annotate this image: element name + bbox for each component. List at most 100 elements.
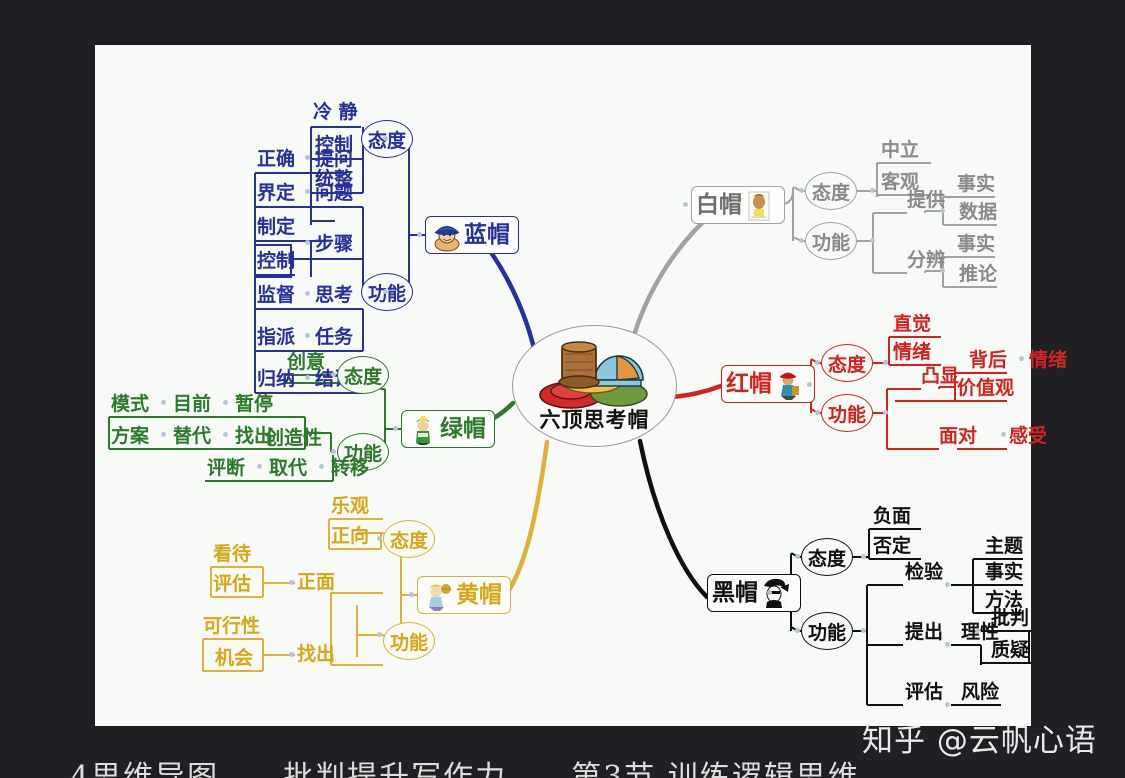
white-f2-leaf-2[interactable]: 推论 <box>959 265 997 284</box>
yellow-attitude-leaf-2[interactable]: 正向 <box>331 527 369 546</box>
blue-function-pre-5[interactable]: 指派 <box>257 328 295 347</box>
blue-attitude-leaf-1[interactable]: 冷 静 <box>313 103 358 122</box>
page-caption: 4思维导图——批判提升写作力——第3节 训练逻辑思维 <box>70 760 860 778</box>
black-dot-f <box>861 628 866 633</box>
red-f1-leaf-2[interactable]: 价值观 <box>957 379 1014 398</box>
black-attitude-oval[interactable]: 态度 <box>801 538 853 576</box>
green-r3-leaf-2[interactable]: 取代 <box>269 459 307 478</box>
green-r2-leaf-3[interactable]: 找出 <box>235 427 273 446</box>
hat-node-white[interactable]: 白帽 <box>691 186 785 224</box>
hat-node-green[interactable]: 绿帽 <box>401 410 495 448</box>
black-function-mid-2[interactable]: 提出 <box>905 623 943 642</box>
black-dot-att <box>795 554 800 559</box>
blue-dot-att <box>383 136 388 141</box>
white-attitude-leaf-1[interactable]: 中立 <box>881 141 919 160</box>
green-r1-leaf-3[interactable]: 暂停 <box>235 395 273 414</box>
white-dot-f <box>870 238 875 243</box>
white-dot-hat <box>683 202 688 207</box>
white-dot-f2 <box>940 268 945 273</box>
red-function-oval[interactable]: 功能 <box>821 394 873 432</box>
yellow-hat-person-icon <box>422 578 456 612</box>
yellow-function-mid-2[interactable]: 找出 <box>297 645 335 664</box>
yellow-attitude-oval[interactable]: 态度 <box>383 520 435 558</box>
black-f2-leaf-2[interactable]: 批判 <box>991 609 1029 628</box>
green-r2-leaf-2[interactable]: 替代 <box>173 427 211 446</box>
blue-function-leaf-2[interactable]: 问题 <box>315 184 353 203</box>
blue-function-leaf-5[interactable]: 任务 <box>315 328 353 347</box>
yellow-dot-fun <box>377 632 382 637</box>
blue-function-pre-3a[interactable]: 制定 <box>257 218 295 237</box>
white-f1-leaf-1[interactable]: 事实 <box>957 175 995 194</box>
red-f1-leaf-1[interactable]: 背后 <box>969 351 1007 370</box>
red-dot-hat <box>807 382 812 387</box>
hat-label-red: 红帽 <box>726 370 772 397</box>
blue-function-pre-1[interactable]: 正确 <box>257 150 295 169</box>
yellow-f2-leaf-2[interactable]: 机会 <box>215 649 253 668</box>
black-attitude-leaf-1[interactable]: 负面 <box>873 507 911 526</box>
white-attitude-oval[interactable]: 态度 <box>805 172 857 210</box>
blue-function-leaf-3[interactable]: 步骤 <box>315 235 353 254</box>
hat-node-blue[interactable]: 蓝帽 <box>425 216 519 254</box>
black-function-mid-1[interactable]: 检验 <box>905 563 943 582</box>
blue-function-pre-2[interactable]: 界定 <box>257 184 295 203</box>
red-f1-leaf-1b[interactable]: 情绪 <box>1029 351 1067 370</box>
blue-function-leaf-4[interactable]: 思考 <box>315 286 353 305</box>
yellow-f1-leaf-1[interactable]: 看待 <box>213 545 251 564</box>
black-f1-leaf-2[interactable]: 事实 <box>985 563 1023 582</box>
red-function-mid-1[interactable]: 凸显 <box>921 367 959 386</box>
blue-function-leaf-1[interactable]: 提问 <box>315 150 353 169</box>
yellow-function-oval[interactable]: 功能 <box>383 622 435 660</box>
green-dot-r3-2 <box>319 464 324 469</box>
blue-dot-5 <box>305 333 310 338</box>
red-dot-fun <box>815 410 820 415</box>
blue-dot-6 <box>305 375 310 380</box>
green-r2-leaf-1[interactable]: 方案 <box>111 427 149 446</box>
black-f1-leaf-1[interactable]: 主题 <box>985 537 1023 556</box>
white-hat-person-icon <box>742 188 776 222</box>
blue-dot-4 <box>305 291 310 296</box>
white-function-mid-2[interactable]: 分辨 <box>907 251 945 270</box>
yellow-function-mid-1[interactable]: 正面 <box>297 573 335 592</box>
green-attitude-leaf-1[interactable]: 创意 <box>287 353 325 372</box>
white-f1-leaf-2[interactable]: 数据 <box>959 203 997 222</box>
white-function-mid-1[interactable]: 提供 <box>907 191 945 210</box>
red-attitude-leaf-1[interactable]: 直觉 <box>893 315 931 334</box>
red-dot-f2 <box>1001 432 1006 437</box>
black-dot-f1 <box>945 582 950 587</box>
blue-dot-1 <box>305 155 310 160</box>
yellow-dot-f2 <box>289 652 294 657</box>
green-r1-leaf-2[interactable]: 目前 <box>173 395 211 414</box>
green-function-mid-1[interactable]: 创造性 <box>265 429 322 448</box>
red-f2-leaf-1[interactable]: 感受 <box>1009 427 1047 446</box>
black-dot-a <box>861 554 866 559</box>
green-dot-r1-1 <box>161 400 166 405</box>
blue-function-pre-3b[interactable]: 控制 <box>257 252 295 271</box>
hat-node-yellow[interactable]: 黄帽 <box>417 576 511 614</box>
center-node[interactable]: 六顶思考帽 <box>512 325 677 447</box>
black-f2-leaf-3[interactable]: 质疑 <box>991 641 1029 660</box>
red-attitude-leaf-2[interactable]: 情绪 <box>893 343 931 362</box>
white-f2-leaf-1[interactable]: 事实 <box>957 235 995 254</box>
blue-function-pre-4[interactable]: 监督 <box>257 286 295 305</box>
black-attitude-leaf-2[interactable]: 否定 <box>873 537 911 556</box>
green-hat-person-icon <box>406 412 440 446</box>
green-r3-leaf-3[interactable]: 转移 <box>331 459 369 478</box>
hat-node-red[interactable]: 红帽 <box>721 365 815 403</box>
green-r1-leaf-1[interactable]: 模式 <box>111 395 149 414</box>
yellow-attitude-leaf-1[interactable]: 乐观 <box>331 497 369 516</box>
yellow-dot-att <box>377 536 382 541</box>
yellow-f2-leaf-1[interactable]: 可行性 <box>203 617 260 636</box>
white-function-oval[interactable]: 功能 <box>805 222 857 260</box>
black-dot-f3 <box>945 702 950 707</box>
green-dot-r3-1 <box>257 464 262 469</box>
green-r3-leaf-1[interactable]: 评断 <box>207 459 245 478</box>
red-attitude-oval[interactable]: 态度 <box>821 344 873 382</box>
yellow-f1-leaf-2[interactable]: 评估 <box>213 575 251 594</box>
white-dot-fun <box>799 238 804 243</box>
red-function-mid-2[interactable]: 面对 <box>939 427 977 446</box>
black-f3-leaf-1[interactable]: 风险 <box>961 683 999 702</box>
green-attitude-oval[interactable]: 态度 <box>337 356 389 394</box>
black-function-oval[interactable]: 功能 <box>801 612 853 650</box>
black-function-mid-3[interactable]: 评估 <box>905 683 943 702</box>
hat-node-black[interactable]: 黑帽 <box>707 574 801 612</box>
